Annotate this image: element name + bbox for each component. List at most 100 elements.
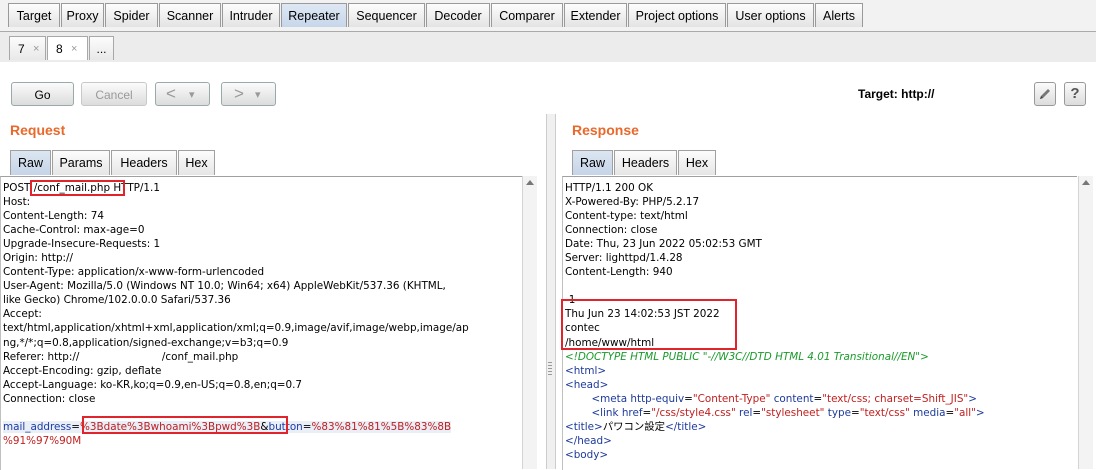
chevron-left-icon: < — [166, 84, 176, 103]
attr-name: http-equiv — [630, 392, 685, 405]
page-title-text: パワコン設定 — [602, 420, 666, 433]
attr-value: "Content-Type" — [692, 392, 771, 405]
request-line: like Gecko) Chrome/102.0.0.0 Safari/537.… — [3, 294, 231, 307]
request-line: Host: — [3, 196, 34, 209]
request-line: Content-Length: 74 — [3, 210, 104, 223]
request-line: Cache-Control: max-age=0 — [3, 224, 145, 237]
scroll-up-icon[interactable] — [526, 180, 534, 185]
request-line: Origin: http:// — [3, 252, 74, 265]
request-title: Request — [10, 122, 66, 138]
title-close-tag: </title> — [665, 420, 707, 433]
head-close-tag: </head> — [565, 434, 612, 447]
equals-sign: = — [71, 420, 80, 433]
repeater-tab-7[interactable]: 7 × — [9, 36, 46, 60]
attr-name: rel — [739, 406, 753, 419]
repeater-tab-8[interactable]: 8 × — [47, 36, 88, 60]
request-line: Upgrade-Insecure-Requests: 1 — [3, 238, 161, 251]
attr-value: "text/css; charset=Shift_JIS" — [822, 392, 969, 405]
attr-name: content — [773, 392, 814, 405]
tab-spider[interactable]: Spider — [105, 3, 158, 27]
request-tab-raw[interactable]: Raw — [10, 150, 51, 175]
param-value: %83%81%81%5B%83%8B — [311, 420, 452, 433]
new-tab-button[interactable]: ... — [89, 36, 114, 60]
close-icon[interactable]: × — [71, 37, 77, 61]
attr-value: "/css/style4.css" — [651, 406, 736, 419]
go-button[interactable]: Go — [11, 82, 74, 106]
link-line: <link href="/css/style4.css" rel="styles… — [591, 406, 985, 419]
tab-scanner[interactable]: Scanner — [159, 3, 221, 27]
scroll-up-icon[interactable] — [1082, 180, 1090, 185]
param-value-continued: %91%97%90M — [3, 434, 82, 447]
tag-end: > — [968, 392, 977, 405]
repeater-tab-label: 7 — [18, 42, 25, 56]
tab-repeater[interactable]: Repeater — [281, 3, 347, 27]
tab-intruder[interactable]: Intruder — [222, 3, 280, 27]
html-tag: <html> — [565, 364, 607, 377]
title-line: <title>パワコン設定</title> — [565, 421, 706, 433]
response-tab-hex[interactable]: Hex — [678, 150, 716, 175]
response-line: Content-type: text/html — [565, 210, 688, 223]
meta-tag: <meta — [591, 392, 628, 405]
response-title: Response — [572, 122, 639, 138]
attr-value: "all" — [954, 406, 976, 419]
help-button[interactable]: ? — [1064, 82, 1086, 106]
title-tag: <title> — [565, 420, 603, 433]
edit-target-button[interactable] — [1034, 82, 1056, 106]
response-line: Server: lighttpd/1.4.28 — [565, 252, 683, 265]
close-icon[interactable]: × — [33, 37, 39, 61]
back-button[interactable]: < ▾ — [155, 82, 210, 106]
tab-project-options[interactable]: Project options — [628, 3, 726, 27]
response-line: Content-Length: 940 — [565, 266, 673, 279]
body-tag: <body> — [565, 448, 609, 461]
response-tab-headers[interactable]: Headers — [614, 150, 677, 175]
cancel-button[interactable]: Cancel — [81, 82, 147, 106]
request-line: Content-Type: application/x-www-form-url… — [3, 266, 265, 279]
tab-target[interactable]: Target — [8, 3, 60, 27]
response-line: Connection: close — [565, 224, 658, 237]
tab-sequencer[interactable]: Sequencer — [348, 3, 425, 27]
param-name: mail_address — [3, 420, 72, 433]
response-line: X-Powered-By: PHP/5.2.17 — [565, 196, 700, 209]
repeater-tab-label: 8 — [56, 42, 63, 56]
attr-name: media — [913, 406, 946, 419]
head-tag: <head> — [565, 378, 609, 391]
attr-name: href — [621, 406, 643, 419]
tab-decoder[interactable]: Decoder — [426, 3, 490, 27]
request-line: Referer: http:// /conf_mail.php — [3, 350, 239, 363]
equals-sign: = — [302, 420, 312, 433]
request-tab-headers[interactable]: Headers — [111, 150, 177, 175]
tab-extender[interactable]: Extender — [564, 3, 627, 27]
tab-user-options[interactable]: User options — [727, 3, 814, 27]
repeater-tab-bar: 7 × 8 × ... — [0, 32, 1096, 63]
request-line: Connection: close — [3, 392, 96, 405]
response-scrollbar[interactable] — [1078, 176, 1093, 469]
highlight-box-endpoint — [30, 180, 125, 196]
chevron-down-icon: ▾ — [255, 89, 261, 101]
request-tab-params[interactable]: Params — [52, 150, 110, 175]
attr-value: "text/css" — [859, 406, 910, 419]
tab-alerts[interactable]: Alerts — [815, 3, 863, 27]
request-raw-text[interactable]: POST /conf_mail.php HTTP/1.1 Host: Conte… — [3, 181, 469, 448]
doctype-line: <!DOCTYPE HTML PUBLIC "-//W3C//DTD HTML … — [565, 350, 929, 363]
request-line: text/html,application/xhtml+xml,applicat… — [3, 322, 469, 335]
request-tab-hex[interactable]: Hex — [178, 150, 215, 175]
highlight-box-command-output — [561, 299, 737, 350]
drag-handle-icon[interactable] — [548, 362, 552, 376]
request-scrollbar[interactable] — [522, 176, 537, 469]
request-line: Accept-Encoding: gzip, deflate — [3, 364, 162, 377]
chevron-right-icon: > — [234, 84, 244, 103]
highlight-box-payload — [82, 416, 288, 434]
attr-value: "stylesheet" — [761, 406, 825, 419]
request-line: Accept-Language: ko-KR,ko;q=0.9,en-US;q=… — [3, 378, 303, 391]
link-tag: <link — [591, 406, 619, 419]
chevron-down-icon: ▾ — [189, 89, 195, 101]
tab-proxy[interactable]: Proxy — [61, 3, 104, 27]
response-tab-raw[interactable]: Raw — [572, 150, 613, 175]
pencil-icon — [1040, 89, 1050, 99]
forward-button[interactable]: > ▾ — [221, 82, 276, 106]
split-divider[interactable] — [546, 114, 556, 469]
help-icon: ? — [1070, 85, 1080, 102]
main-tab-bar: Target Proxy Spider Scanner Intruder Rep… — [0, 0, 1096, 32]
tab-comparer[interactable]: Comparer — [491, 3, 563, 27]
redacted-target-host — [940, 86, 1026, 104]
